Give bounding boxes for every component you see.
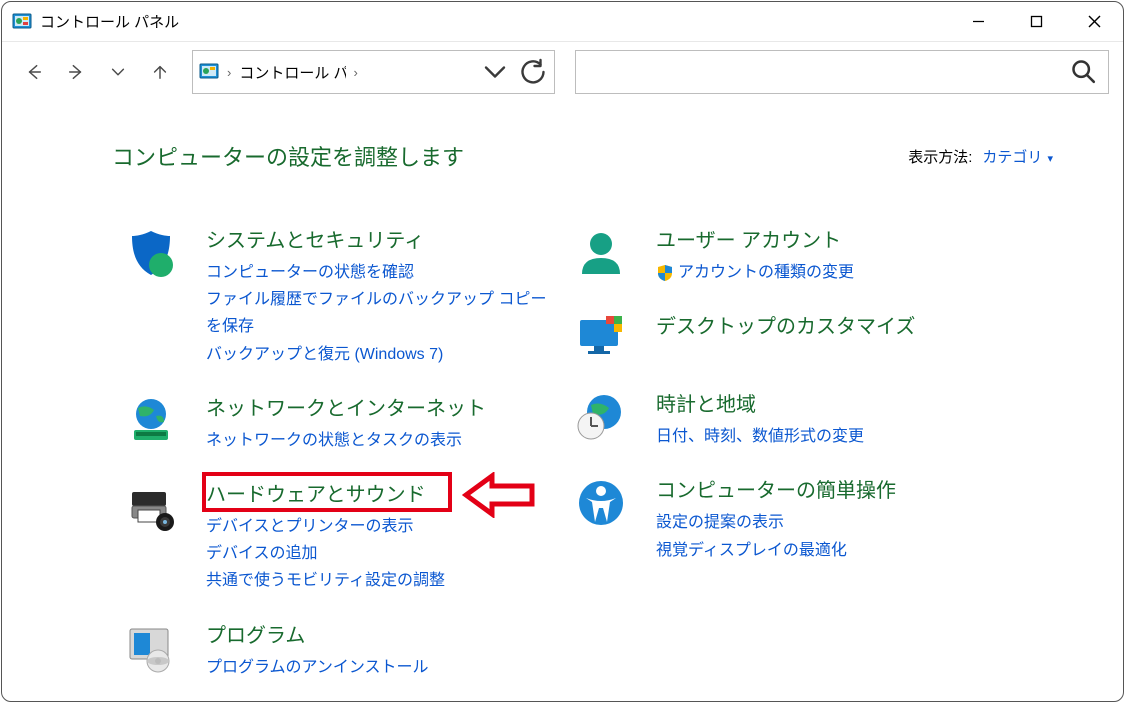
heading-row: コンピューターの設定を調整します 表示方法: カテゴリ ▾: [112, 140, 1053, 172]
link-mobility-settings[interactable]: 共通で使うモビリティ設定の調整: [206, 567, 560, 594]
globe-network-icon: [120, 392, 182, 446]
address-text: コントロール パネ...: [239, 62, 345, 83]
category-clock-region: 時計と地域 日付、時刻、数値形式の変更: [570, 388, 1093, 450]
link-uninstall[interactable]: プログラムのアンインストール: [206, 654, 560, 681]
minimize-button[interactable]: [949, 2, 1007, 42]
search-input[interactable]: [586, 64, 1070, 81]
link-optimize-visual[interactable]: 視覚ディスプレイの最適化: [656, 537, 1093, 564]
link-backup-restore[interactable]: バックアップと復元 (Windows 7): [206, 341, 560, 368]
category-user-accounts: ユーザー アカウント アカウントの種類の変更: [570, 224, 1093, 286]
category-title-network[interactable]: ネットワークとインターネット: [206, 392, 560, 421]
link-change-account-type[interactable]: アカウントの種類の変更: [656, 259, 1093, 286]
category-ease-of-access: コンピューターの簡単操作 設定の提案の表示 視覚ディスプレイの最適化: [570, 474, 1093, 563]
link-add-device[interactable]: デバイスの追加: [206, 540, 560, 567]
view-by: 表示方法: カテゴリ ▾: [908, 146, 1053, 167]
back-button[interactable]: [16, 54, 52, 90]
category-title-programs[interactable]: プログラム: [206, 619, 560, 648]
search-icon[interactable]: [1070, 58, 1098, 86]
window: コントロール パネル: [1, 1, 1124, 702]
content: コンピューターの設定を調整します 表示方法: カテゴリ ▾: [2, 102, 1123, 701]
category-hardware-sound: ハードウェアとサウンド デバイスとプリンターの表示 デバイスの追加 共通で使うモ…: [120, 478, 560, 595]
address-bar[interactable]: › コントロール パネ... ›: [192, 50, 555, 94]
nav-row: › コントロール パネ... ›: [2, 42, 1123, 102]
category-title-users[interactable]: ユーザー アカウント: [656, 224, 1093, 253]
link-change-account-type-text: アカウントの種類の変更: [678, 259, 854, 286]
close-button[interactable]: [1065, 2, 1123, 42]
up-button[interactable]: [142, 54, 178, 90]
address-icon: [199, 62, 219, 82]
forward-button[interactable]: [58, 54, 94, 90]
category-appearance: デスクトップのカスタマイズ: [570, 310, 1093, 364]
link-date-time-format[interactable]: 日付、時刻、数値形式の変更: [656, 423, 1093, 450]
category-title-system[interactable]: システムとセキュリティ: [206, 224, 560, 253]
category-title-ease[interactable]: コンピューターの簡単操作: [656, 474, 1093, 503]
control-panel-icon: [12, 12, 32, 32]
link-settings-suggestion[interactable]: 設定の提案の表示: [656, 509, 1093, 536]
uac-shield-icon: [656, 264, 674, 282]
category-network: ネットワークとインターネット ネットワークの状態とタスクの表示: [120, 392, 560, 454]
chevron-down-icon: ▾: [1044, 153, 1053, 165]
category-system-security: システムとセキュリティ コンピューターの状態を確認 ファイル履歴でファイルのバッ…: [120, 224, 560, 368]
maximize-button[interactable]: [1007, 2, 1065, 42]
desktop-icon: [570, 310, 632, 364]
annotation-arrow-left-icon: [462, 472, 538, 518]
category-title-clock[interactable]: 時計と地域: [656, 388, 1093, 417]
link-file-history[interactable]: ファイル履歴でファイルのバックアップ コピーを保存: [206, 286, 560, 340]
page-heading: コンピューターの設定を調整します: [112, 140, 464, 172]
programs-icon: [120, 619, 182, 673]
addr-sep-1: ›: [227, 65, 231, 80]
titlebar-title: コントロール パネル: [40, 11, 179, 32]
view-by-value-text: カテゴリ: [982, 149, 1042, 166]
printer-camera-icon: [120, 478, 182, 532]
user-icon: [570, 224, 632, 278]
category-column-right: ユーザー アカウント アカウントの種類の変更: [570, 224, 1093, 701]
view-by-value[interactable]: カテゴリ ▾: [982, 146, 1053, 167]
link-check-status[interactable]: コンピューターの状態を確認: [206, 259, 560, 286]
clock-globe-icon: [570, 388, 632, 442]
addr-sep-2: ›: [354, 65, 358, 80]
refresh-button[interactable]: [518, 57, 548, 87]
category-column-left: システムとセキュリティ コンピューターの状態を確認 ファイル履歴でファイルのバッ…: [120, 224, 560, 701]
category-programs: プログラム プログラムのアンインストール: [120, 619, 560, 681]
view-by-label: 表示方法:: [908, 146, 972, 167]
shield-icon: [120, 224, 182, 278]
recent-locations-button[interactable]: [100, 54, 136, 90]
category-title-appearance[interactable]: デスクトップのカスタマイズ: [656, 310, 1093, 339]
search-box[interactable]: [575, 50, 1109, 94]
accessibility-icon: [570, 474, 632, 528]
titlebar: コントロール パネル: [2, 2, 1123, 42]
address-dropdown-button[interactable]: [480, 57, 510, 87]
link-network-status[interactable]: ネットワークの状態とタスクの表示: [206, 427, 560, 454]
